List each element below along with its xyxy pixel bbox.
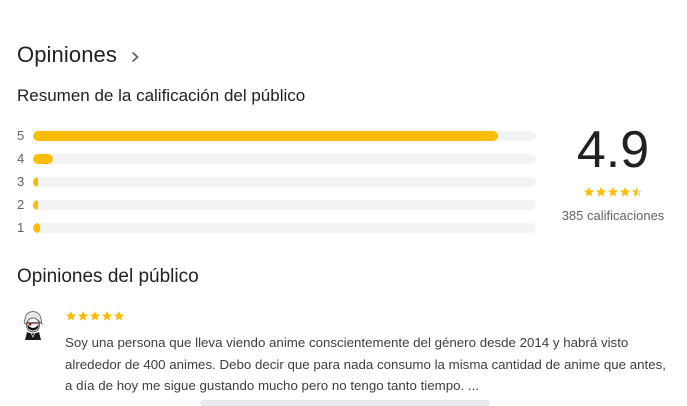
rating-bar-fill <box>33 222 41 233</box>
rating-label: 4 <box>17 151 25 166</box>
rating-bar-track <box>33 176 536 187</box>
summary-title: Resumen de la calificación del público <box>17 86 306 105</box>
average-stars <box>550 186 676 198</box>
anime-character-avatar[interactable] <box>21 310 45 342</box>
rating-bar-track <box>33 199 536 210</box>
rating-row-4: 4 <box>17 147 537 170</box>
rating-bar-fill <box>33 130 499 141</box>
star-full-icon <box>78 311 88 321</box>
star-full-icon <box>114 311 124 321</box>
rating-bar-fill <box>33 176 38 187</box>
rating-bar-track <box>33 222 536 233</box>
rating-row-3: 3 <box>17 170 537 193</box>
audience-reviews-title: Opiniones del público <box>17 266 199 287</box>
star-full-icon <box>66 311 76 321</box>
average-score: 4.9 <box>576 121 650 179</box>
rating-bar-fill <box>33 153 54 164</box>
rating-row-2: 2 <box>17 193 537 216</box>
chevron-right-icon <box>128 50 142 64</box>
rating-count: 385 calificaciones <box>561 208 665 223</box>
star-full-icon <box>90 311 100 321</box>
star-full-icon <box>608 187 618 197</box>
star-full-icon <box>584 187 594 197</box>
review-text: Soy una persona que lleva viendo anime c… <box>65 335 666 393</box>
rating-bar-track <box>33 153 536 164</box>
more-reviews-button-edge[interactable] <box>200 400 490 406</box>
rating-label: 1 <box>17 220 25 235</box>
reviews-title: Opiniones <box>17 42 117 67</box>
rating-row-5: 5 <box>17 124 537 147</box>
star-full-icon <box>102 311 112 321</box>
rating-row-1: 1 <box>17 216 537 239</box>
reviews-header-link[interactable]: Opiniones <box>17 42 142 68</box>
rating-label: 3 <box>17 174 25 189</box>
rating-label: 5 <box>17 128 25 143</box>
star-full-icon <box>596 187 606 197</box>
rating-bar-fill <box>33 199 38 210</box>
star-half-icon <box>632 187 642 197</box>
rating-distribution: 5 4 3 2 1 <box>17 124 537 239</box>
rating-label: 2 <box>17 197 25 212</box>
score-panel: 4.9 385 calificaciones <box>550 120 676 223</box>
star-full-icon <box>620 187 630 197</box>
review-stars <box>65 310 125 322</box>
rating-bar-track <box>33 130 536 141</box>
